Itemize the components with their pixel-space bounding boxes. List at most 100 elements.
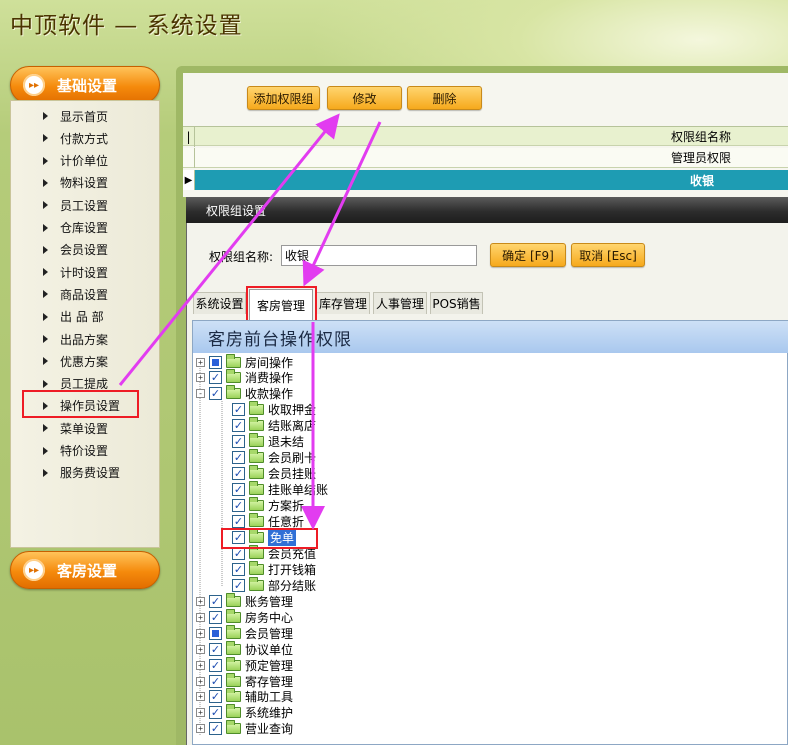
tree-node-label: 寄存管理 bbox=[245, 674, 294, 689]
folder-icon bbox=[226, 656, 241, 671]
tree-node-label: 协议单位 bbox=[245, 642, 294, 657]
folder-icon bbox=[249, 560, 264, 575]
tree-node[interactable]: + 会员管理 bbox=[196, 624, 294, 641]
tree-node-label: 账务管理 bbox=[245, 594, 294, 609]
tree-node-label: 房务中心 bbox=[245, 610, 294, 625]
tree-node[interactable]: ✓ 会员挂账 bbox=[232, 465, 317, 482]
tree-node-label: 会员管理 bbox=[245, 626, 294, 641]
checkbox[interactable]: ✓ bbox=[209, 706, 222, 720]
tree-node-label: 部分结账 bbox=[268, 578, 317, 593]
tree-node-label: 房间操作 bbox=[245, 355, 294, 370]
tree-node[interactable]: + ✓ 营业查询 bbox=[196, 720, 294, 737]
tree-node[interactable]: ✓ 打开钱箱 bbox=[232, 560, 317, 577]
expand-icon[interactable]: + bbox=[196, 644, 205, 654]
tree-node-label: 收款操作 bbox=[245, 387, 294, 402]
checkbox[interactable]: ✓ bbox=[209, 674, 222, 688]
tree-node-label: 收取押金 bbox=[268, 403, 317, 418]
collapse-icon[interactable]: - bbox=[196, 389, 205, 399]
folder-icon bbox=[249, 401, 264, 416]
tree-node[interactable]: + ✓ 预定管理 bbox=[196, 656, 294, 673]
checkbox[interactable]: ✓ bbox=[209, 690, 222, 704]
folder-icon bbox=[249, 544, 264, 559]
checkbox[interactable]: ✓ bbox=[232, 403, 245, 417]
checkbox[interactable]: ✓ bbox=[209, 387, 222, 401]
folder-icon bbox=[249, 465, 264, 480]
tree-node[interactable]: + ✓ 寄存管理 bbox=[196, 672, 294, 689]
checkbox[interactable]: ✓ bbox=[232, 467, 245, 481]
tree-node[interactable]: ✓ 会员刷卡 bbox=[232, 449, 316, 466]
expand-icon[interactable]: + bbox=[196, 660, 205, 670]
folder-icon bbox=[226, 688, 241, 703]
checkbox[interactable]: ✓ bbox=[209, 610, 222, 624]
tree-node[interactable]: + ✓ 系统维护 bbox=[196, 704, 294, 721]
tree-node-label: 挂账单结账 bbox=[268, 483, 329, 498]
checkbox[interactable]: ✓ bbox=[209, 722, 222, 736]
checkbox[interactable]: ✓ bbox=[209, 371, 222, 385]
checkbox[interactable]: ✓ bbox=[232, 515, 245, 528]
tree-node[interactable]: + ✓ 辅助工具 bbox=[196, 688, 294, 705]
tree-node-label: 辅助工具 bbox=[245, 690, 294, 705]
tree-node-label: 会员挂账 bbox=[268, 467, 317, 482]
checkbox[interactable]: ✓ bbox=[232, 451, 245, 465]
folder-icon bbox=[249, 576, 264, 591]
folder-icon bbox=[249, 513, 264, 527]
checkbox[interactable]: ✓ bbox=[209, 658, 222, 672]
checkbox[interactable]: ✓ bbox=[232, 578, 245, 592]
tree-node[interactable]: ✓ 挂账单结账 bbox=[232, 481, 329, 498]
expand-icon[interactable]: + bbox=[196, 628, 205, 638]
folder-icon bbox=[249, 497, 264, 512]
tree-node-label: 退未结 bbox=[268, 435, 305, 450]
tree-node-label: 预定管理 bbox=[245, 658, 294, 673]
checkbox[interactable]: ✓ bbox=[232, 419, 245, 433]
expand-icon[interactable]: + bbox=[196, 373, 205, 383]
tree-node-label: 营业查询 bbox=[245, 722, 294, 737]
tree-node-label: 方案折 bbox=[268, 499, 305, 514]
tree-node-label: 打开钱箱 bbox=[268, 562, 317, 577]
expand-icon[interactable]: + bbox=[196, 692, 205, 702]
tree-node-label: 系统维护 bbox=[245, 706, 294, 721]
checkbox[interactable]: ✓ bbox=[209, 642, 222, 656]
tree-node[interactable]: ✓ 方案折 bbox=[232, 497, 305, 514]
expand-icon[interactable]: + bbox=[196, 596, 205, 606]
folder-icon bbox=[226, 608, 241, 623]
checkbox[interactable] bbox=[209, 626, 222, 640]
checkbox[interactable]: ✓ bbox=[232, 483, 245, 497]
folder-icon bbox=[249, 433, 264, 448]
folder-icon bbox=[226, 704, 241, 719]
tree-node[interactable]: + ✓ 消费操作 bbox=[196, 369, 294, 386]
tree-node[interactable]: + ✓ 房务中心 bbox=[196, 608, 294, 625]
tree-node[interactable]: + 房间操作 bbox=[196, 353, 294, 370]
expand-icon[interactable]: + bbox=[196, 708, 205, 718]
folder-icon bbox=[226, 720, 241, 735]
expand-icon[interactable]: + bbox=[196, 724, 205, 734]
annotation-box-free-order bbox=[221, 528, 318, 549]
checkbox[interactable]: ✓ bbox=[232, 435, 245, 449]
expand-icon[interactable]: + bbox=[196, 612, 205, 622]
tree-connector-lines bbox=[199, 362, 223, 736]
tree-node[interactable]: ✓ 退未结 bbox=[232, 433, 305, 450]
tree-node[interactable]: ✓ 部分结账 bbox=[232, 576, 317, 593]
checkbox[interactable] bbox=[209, 355, 222, 369]
folder-icon bbox=[226, 624, 241, 639]
tree-node[interactable]: - ✓ 收款操作 bbox=[196, 385, 294, 402]
checkbox[interactable]: ✓ bbox=[209, 594, 222, 608]
folder-icon bbox=[226, 369, 241, 384]
folder-icon bbox=[249, 449, 264, 464]
tree-node[interactable]: + ✓ 协议单位 bbox=[196, 640, 294, 657]
folder-icon bbox=[226, 672, 241, 687]
tree-node-label: 消费操作 bbox=[245, 371, 294, 386]
folder-icon bbox=[249, 481, 264, 496]
tree-node[interactable]: + ✓ 账务管理 bbox=[196, 592, 294, 609]
folder-icon bbox=[226, 385, 241, 400]
folder-icon bbox=[226, 592, 241, 607]
expand-icon[interactable]: + bbox=[196, 676, 205, 686]
folder-icon bbox=[249, 417, 264, 432]
checkbox[interactable]: ✓ bbox=[232, 499, 245, 513]
tree-node[interactable]: ✓ 结账离店 bbox=[232, 417, 317, 434]
tree-node-label: 结账离店 bbox=[268, 419, 317, 434]
expand-icon[interactable]: + bbox=[196, 357, 205, 367]
checkbox[interactable]: ✓ bbox=[232, 562, 245, 576]
folder-icon bbox=[226, 353, 241, 368]
tree-node[interactable]: ✓ 收取押金 bbox=[232, 401, 317, 418]
folder-icon bbox=[226, 640, 241, 655]
